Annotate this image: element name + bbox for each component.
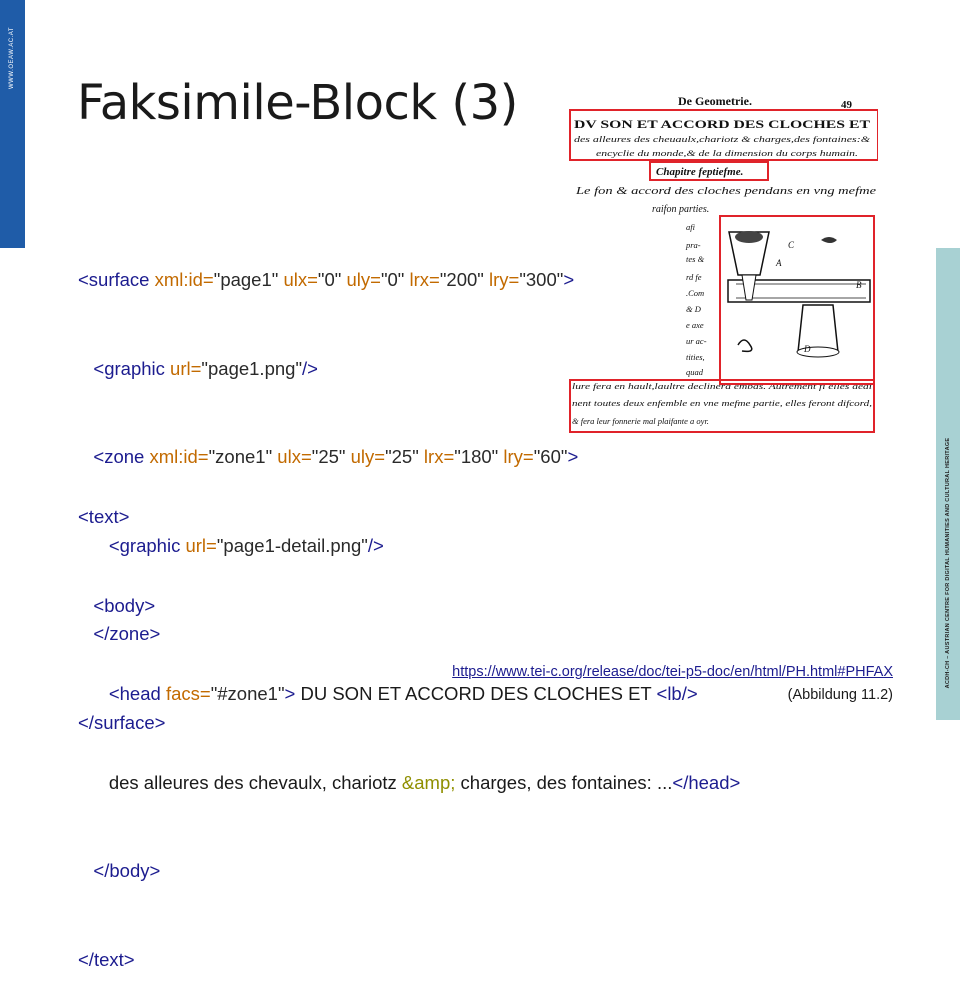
facsimile-heading-line1: DV SON ET ACCORD DES CLOCHES ET — [574, 119, 870, 131]
facsimile-bottom-line3: & fera leur fonnerie mal plaifante a oyr… — [572, 416, 709, 426]
code-line: <graphic url="page1.png"/> — [93, 357, 318, 379]
facsimile-chapter: Chapitre feptiefme. — [656, 166, 743, 178]
code-line: <surface xml:id="page1" ulx="0" uly="0" … — [78, 269, 575, 290]
facsimile-heading-line2: des alleures des cheuaulx,chariotz & cha… — [574, 134, 871, 144]
figure-label: C — [788, 240, 795, 250]
right-brand-bar: ACDH-CH – AUSTRIAN CENTRE FOR DIGITAL HU… — [936, 248, 960, 720]
facsimile-bottom-line1: lure fera en hault,laultre declinera emb… — [572, 381, 873, 391]
facsimile-margin-line: tities, — [686, 352, 705, 362]
facsimile-margin-line: pra- — [685, 240, 701, 250]
code-line: <head facs="#zone1"> DU SON ET ACCORD DE… — [108, 683, 698, 704]
bell-illustration — [727, 231, 871, 358]
facsimile-page-image: De Geometrie. 49 DV SON ET ACCORD DES CL… — [569, 94, 878, 433]
facsimile-margin-line: e axe — [686, 320, 704, 330]
facsimile-margin-line: quad — [686, 367, 704, 377]
code-line: </text> — [78, 948, 135, 970]
text-code-block: <text> <body> <head facs="#zone1"> DU SO… — [78, 443, 740, 1004]
facsimile-margin-line: tes & — [686, 254, 705, 264]
code-line: <body> — [93, 594, 156, 616]
facsimile-header: De Geometrie. — [678, 94, 752, 108]
facsimile-para-line2: raifon parties. — [652, 204, 709, 215]
facsimile-margin-line: rd fe — [686, 272, 702, 282]
reference-link[interactable]: https://www.tei-c.org/release/doc/tei-p5… — [452, 664, 893, 680]
facsimile-heading-line3: encyclie du monde,& de la dimension du c… — [596, 148, 858, 158]
right-brand-label: ACDH-CH – AUSTRIAN CENTRE FOR DIGITAL HU… — [945, 437, 951, 689]
figure-label: A — [775, 258, 782, 268]
figure-label: D — [803, 344, 811, 354]
figure-label: B — [856, 280, 862, 290]
facsimile-para-line1: Le fon & accord des cloches pendans en v… — [575, 186, 877, 197]
left-brand-bar: WWW.OEAW.AC.AT — [0, 0, 25, 248]
facsimile-bottom-line2: nent toutes deux enfemble en vne mefme p… — [572, 398, 872, 408]
slide-title: Faksimile-Block (3) — [77, 75, 518, 131]
code-line: </body> — [93, 860, 161, 881]
facsimile-margin-line: afi — [686, 222, 696, 232]
figure-caption: (Abbildung 11.2) — [787, 687, 893, 703]
facsimile-margin-line: ur ac- — [686, 336, 707, 346]
left-brand-label: WWW.OEAW.AC.AT — [9, 27, 15, 89]
code-line: des alleures des chevaulx, chariotz &amp… — [108, 771, 741, 793]
code-line: <text> — [78, 506, 130, 527]
facsimile-margin-line: & D — [686, 304, 702, 314]
facsimile-margin-line: .Com — [686, 288, 704, 298]
